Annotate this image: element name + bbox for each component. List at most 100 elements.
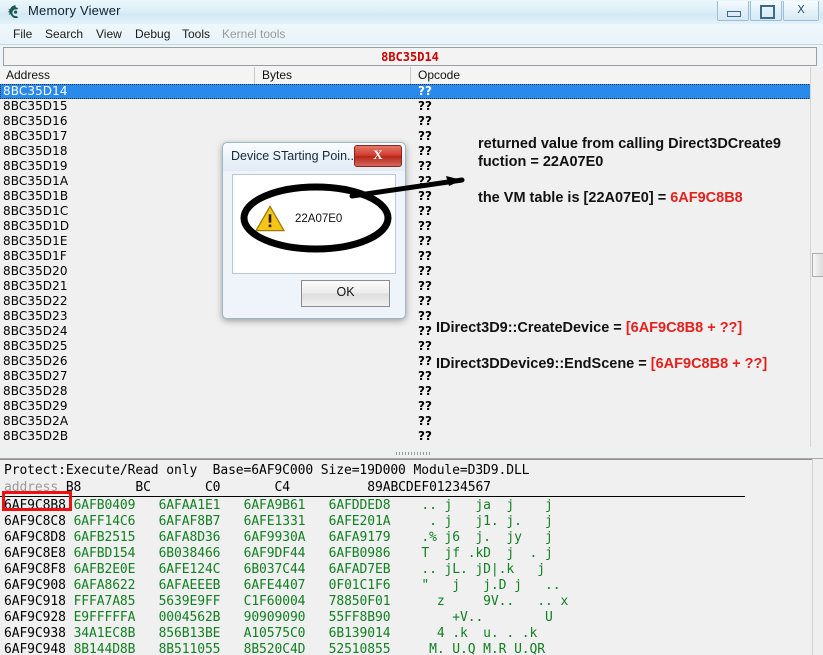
menu-item-search[interactable]: Search xyxy=(40,26,88,42)
row-address: 8BC35D16 xyxy=(3,114,68,128)
hex-column-label-c0[interactable]: C0 xyxy=(205,480,220,495)
hex-row-ascii: z 9V.. .. x xyxy=(421,594,568,609)
hex-row-dword: 5639E9FF xyxy=(159,594,221,609)
row-address: 8BC35D1C xyxy=(3,204,68,218)
hex-row-dword: 6AFA9179 xyxy=(329,530,391,545)
row-address: 8BC35D14 xyxy=(3,84,68,98)
row-address: 8BC35D21 xyxy=(3,279,68,293)
memory-viewer-window: Memory Viewer X FileSearchViewDebugTools… xyxy=(0,0,823,655)
hex-row-ascii: .. jL. jD|.k j xyxy=(421,562,545,577)
maximize-button[interactable] xyxy=(750,1,782,21)
scrollbar-thumb[interactable] xyxy=(812,253,823,277)
row-address: 8BC35D27 xyxy=(3,369,68,383)
hex-row-dword: 0004562B xyxy=(159,610,221,625)
hex-row-dword: 6AFA9B61 xyxy=(244,498,306,513)
column-header-address[interactable]: Address xyxy=(6,68,50,82)
close-icon: X xyxy=(355,147,401,163)
hex-rows[interactable]: 6AF9C8B8 6AFB0409 6AFAA1E1 6AFA9B61 6AFD… xyxy=(4,498,819,655)
hex-vertical-scrollbar[interactable] xyxy=(812,459,823,655)
row-opcode: ?? xyxy=(418,84,432,98)
hex-row-dword: 6AFF14C6 xyxy=(74,514,136,529)
row-opcode: ?? xyxy=(418,159,432,173)
hex-row-dword: 6AFAD7EB xyxy=(329,562,391,577)
disassembly-row[interactable]: 8BC35D29?? xyxy=(0,399,811,414)
dialog-ok-button[interactable]: OK xyxy=(301,280,390,307)
disassembly-row[interactable]: 8BC35D28?? xyxy=(0,384,811,399)
hex-row-dword: 52510855 xyxy=(329,642,391,655)
close-button[interactable]: X xyxy=(783,1,819,21)
hex-row[interactable]: 6AF9C8D8 6AFB2515 6AFA8D36 6AF9930A 6AFA… xyxy=(4,530,819,546)
hex-row-ascii: . j j1. j. j xyxy=(421,514,552,529)
row-address: 8BC35D1F xyxy=(3,249,67,263)
hex-column-label-c4[interactable]: C4 xyxy=(275,480,290,495)
hex-row[interactable]: 6AF9C908 6AFA8622 6AFAEEEB 6AFE4407 0F01… xyxy=(4,578,819,594)
hex-row-dword: 6AFB0409 xyxy=(74,498,136,513)
row-opcode: ?? xyxy=(418,129,432,143)
note-function-value: fuction = 22A07E0 xyxy=(478,154,603,170)
hex-row-dword: 34A1EC8B xyxy=(74,626,136,641)
hex-row[interactable]: 6AF9C918 FFFA7A85 5639E9FF C1F60004 7885… xyxy=(4,594,819,610)
row-address: 8BC35D19 xyxy=(3,159,68,173)
hex-row-dword: 8B144D8B xyxy=(74,642,136,655)
row-opcode: ?? xyxy=(418,354,432,368)
menu-item-view[interactable]: View xyxy=(91,26,127,42)
address-input[interactable]: 8BC35D14 xyxy=(3,47,817,66)
row-opcode: ?? xyxy=(418,369,432,383)
disassembly-vertical-scrollbar[interactable] xyxy=(810,67,823,447)
disassembly-row[interactable]: 8BC35D25?? xyxy=(0,339,811,354)
hex-row[interactable]: 6AF9C928 E9FFFFFA 0004562B 90909090 55FF… xyxy=(4,610,819,626)
row-address: 8BC35D29 xyxy=(3,399,68,413)
hex-row[interactable]: 6AF9C8C8 6AFF14C6 6AFAF8B7 6AFE1331 6AFE… xyxy=(4,514,819,530)
hex-row-address: 6AF9C928 xyxy=(4,610,66,625)
window-controls: X xyxy=(717,1,819,21)
hex-dump-panel[interactable]: Protect:Execute/Read only Base=6AF9C000 … xyxy=(0,459,823,655)
hex-row-dword: E9FFFFFA xyxy=(74,610,136,625)
hex-row-dword: 6B037C44 xyxy=(244,562,306,577)
menu-item-file[interactable]: File xyxy=(8,26,37,42)
menu-item-debug[interactable]: Debug xyxy=(130,26,175,42)
dialog-close-button[interactable]: X xyxy=(354,145,402,167)
disassembly-row[interactable]: 8BC35D15?? xyxy=(0,99,811,114)
hex-row[interactable]: 6AF9C8B8 6AFB0409 6AFAA1E1 6AFA9B61 6AFD… xyxy=(4,498,819,514)
row-opcode: ?? xyxy=(418,339,432,353)
hex-row-dword: 6AFB0986 xyxy=(329,546,391,561)
hex-row-dword: 78850F01 xyxy=(329,594,391,609)
row-opcode: ?? xyxy=(418,264,432,278)
row-opcode: ?? xyxy=(418,399,432,413)
hex-column-headers: address B8 BC C0 C4 89ABCDEF01234567 xyxy=(4,480,491,495)
hex-row[interactable]: 6AF9C938 34A1EC8B 856B13BE A10575C0 6B13… xyxy=(4,626,819,642)
row-opcode: ?? xyxy=(418,384,432,398)
disassembly-row[interactable]: 8BC35D2A?? xyxy=(0,414,811,429)
hex-row-dword: 6AFA8622 xyxy=(74,578,136,593)
row-opcode: ?? xyxy=(418,114,432,128)
hex-row[interactable]: 6AF9C8E8 6AFBD154 6B038466 6AF9DF44 6AFB… xyxy=(4,546,819,562)
hex-row-dword: 6AFB2515 xyxy=(74,530,136,545)
panel-splitter[interactable] xyxy=(0,447,823,459)
menu-item-tools[interactable]: Tools xyxy=(177,26,215,42)
hex-row-dword: 6AF9DF44 xyxy=(244,546,306,561)
disassembly-row[interactable]: 8BC35D14?? xyxy=(0,84,811,99)
row-address: 8BC35D24 xyxy=(3,324,68,338)
hex-column-label-bc[interactable]: BC xyxy=(135,480,150,495)
minimize-button[interactable] xyxy=(717,1,749,21)
hex-row-dword: 856B13BE xyxy=(159,626,221,641)
row-opcode: ?? xyxy=(418,294,432,308)
hex-row-ascii: +V.. U xyxy=(421,610,552,625)
dialog-ok-label: OK xyxy=(302,285,389,299)
column-header-opcode[interactable]: Opcode xyxy=(418,68,460,82)
warning-icon xyxy=(255,205,285,232)
column-header-bytes[interactable]: Bytes xyxy=(262,68,292,82)
hex-row-dword: 55FF8B90 xyxy=(329,610,391,625)
hex-row-dword: 8B520C4D xyxy=(244,642,306,655)
title-bar: Memory Viewer X xyxy=(0,0,823,25)
hex-row[interactable]: 6AF9C948 8B144D8B 8B511055 8B520C4D 5251… xyxy=(4,642,819,655)
disassembly-row[interactable]: 8BC35D2B?? xyxy=(0,429,811,444)
hex-row[interactable]: 6AF9C8F8 6AFB2E0E 6AFE124C 6B037C44 6AFA… xyxy=(4,562,819,578)
menu-item-kernel-tools: Kernel tools xyxy=(217,26,290,42)
annotation-text: the VM table is [22A07E0] = xyxy=(478,190,670,206)
disassembly-row[interactable]: 8BC35D16?? xyxy=(0,114,811,129)
cheat-engine-icon xyxy=(6,4,22,20)
row-opcode: ?? xyxy=(418,99,432,113)
row-opcode: ?? xyxy=(418,189,432,203)
hex-row-address: 6AF9C8D8 xyxy=(4,530,66,545)
